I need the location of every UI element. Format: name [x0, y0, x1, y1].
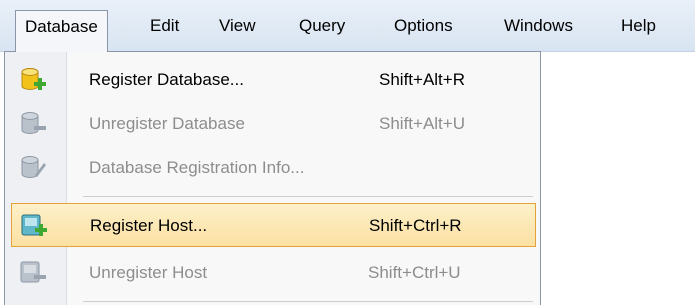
menu-edit[interactable]: Edit: [141, 11, 188, 41]
host-remove-icon: [19, 260, 47, 288]
menu-help-label: Help: [621, 16, 656, 35]
menu-database[interactable]: Database: [15, 10, 108, 52]
menu-item-unregister-host[interactable]: Unregister Host Shift+Ctrl+U: [11, 251, 536, 295]
menu-separator-bottom: [83, 301, 533, 302]
menu-query-label: Query: [299, 16, 346, 35]
register-database-label: Register Database...: [89, 70, 244, 89]
menu-view[interactable]: View: [210, 11, 265, 41]
menu-windows[interactable]: Windows: [495, 11, 582, 41]
menu-item-register-host[interactable]: Register Host... Shift+Ctrl+R: [11, 203, 536, 247]
menu-query[interactable]: Query: [290, 11, 354, 41]
menu-help[interactable]: Help: [612, 11, 665, 41]
unregister-database-label: Unregister Database: [89, 114, 245, 133]
database-registration-info-label: Database Registration Info...: [89, 158, 305, 177]
unregister-database-shortcut: Shift+Alt+U: [379, 114, 465, 133]
menu-item-unregister-database[interactable]: Unregister Database Shift+Alt+U: [11, 102, 536, 146]
menu-options-label: Options: [394, 16, 453, 35]
menu-database-label: Database: [25, 17, 98, 36]
unregister-host-shortcut: Shift+Ctrl+U: [368, 263, 461, 282]
menu-options[interactable]: Options: [385, 11, 462, 41]
database-info-icon: [19, 155, 47, 183]
database-add-icon: [19, 67, 47, 95]
register-database-shortcut: Shift+Alt+R: [379, 70, 465, 89]
register-host-label: Register Host...: [90, 216, 208, 235]
menu-edit-label: Edit: [150, 16, 180, 35]
menu-bar: Database Edit View Query Options Windows…: [0, 0, 695, 52]
unregister-host-label: Unregister Host: [89, 263, 208, 282]
menu-windows-label: Windows: [504, 16, 573, 35]
menu-item-database-registration-info[interactable]: Database Registration Info...: [11, 146, 536, 190]
database-remove-icon: [19, 111, 47, 139]
database-dropdown-menu: Register Database... Shift+Alt+R Unregis…: [4, 51, 541, 305]
menu-view-label: View: [219, 16, 256, 35]
menu-separator: [83, 196, 533, 197]
menu-item-register-database[interactable]: Register Database... Shift+Alt+R: [11, 58, 536, 102]
register-host-shortcut: Shift+Ctrl+R: [369, 216, 462, 235]
host-add-icon: [20, 213, 48, 241]
